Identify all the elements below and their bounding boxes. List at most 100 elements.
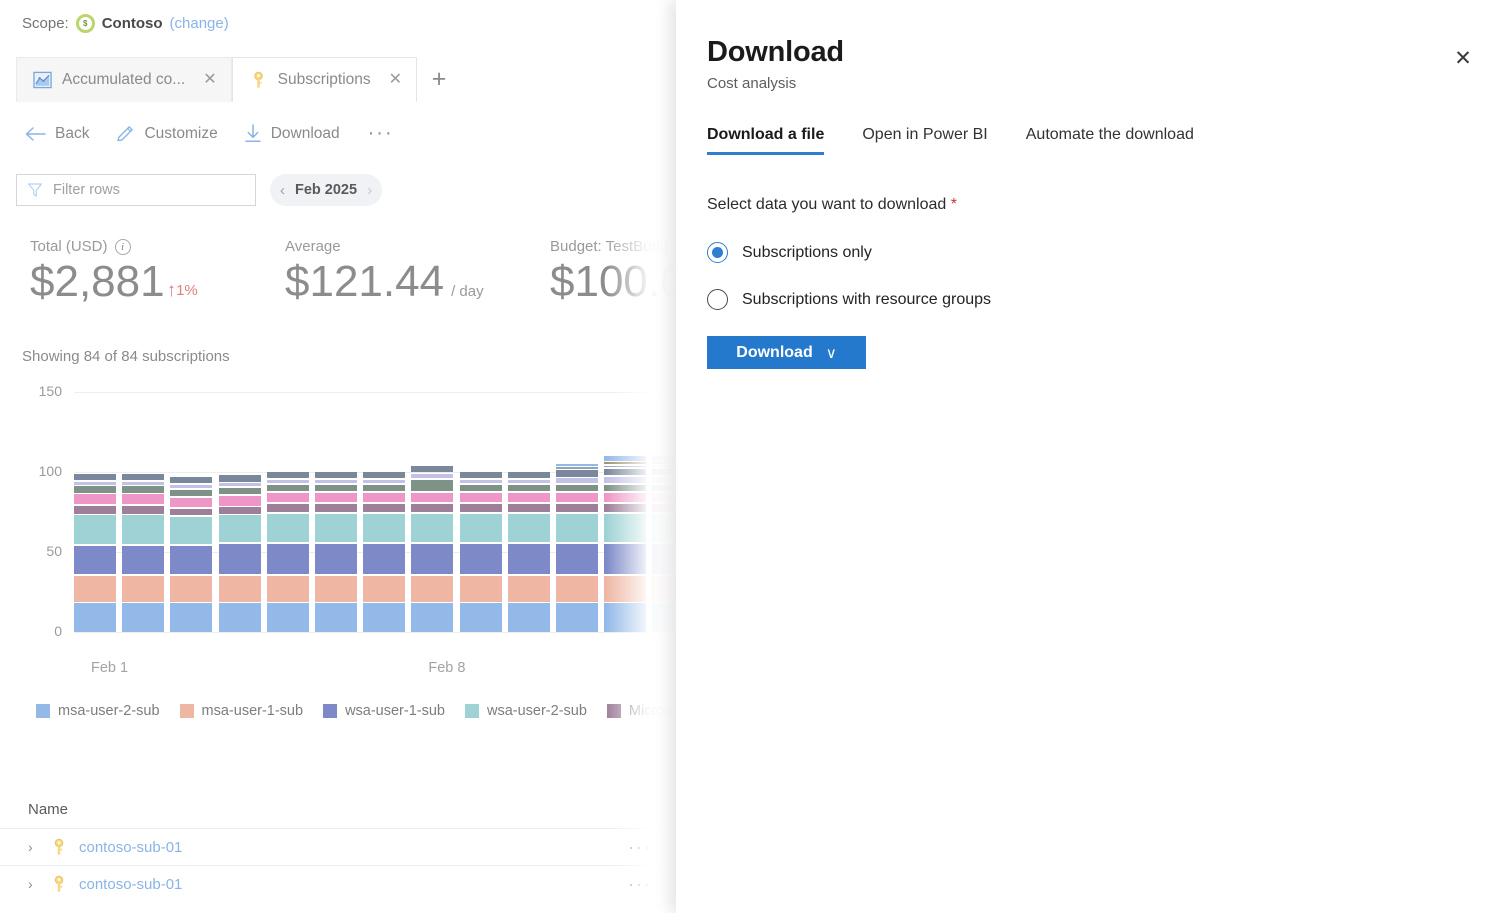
chart-bar[interactable]	[652, 392, 676, 632]
chart-bar-segment	[460, 603, 502, 632]
table-header-name[interactable]: Name	[0, 790, 676, 828]
legend-item[interactable]: msa-user-2-sub	[36, 703, 160, 719]
y-axis-tick-label: 50	[16, 543, 62, 559]
chart-bar-segment	[508, 603, 550, 632]
arrow-left-icon	[24, 126, 46, 142]
chart-bar-segment	[508, 504, 550, 512]
expand-row-icon[interactable]: ›	[28, 876, 50, 892]
info-icon[interactable]: i	[115, 239, 131, 255]
table-row[interactable]: › contoso-sub-01 ···	[0, 865, 676, 902]
radio-button-icon[interactable]	[707, 242, 728, 263]
subscription-name-link[interactable]: contoso-sub-01	[79, 876, 182, 893]
chart-bar[interactable]	[363, 392, 405, 632]
customize-button[interactable]: Customize	[115, 124, 217, 144]
radio-button-icon[interactable]	[707, 289, 728, 310]
chart-bar-segment	[74, 603, 116, 632]
chart-bar-segment	[267, 514, 309, 543]
legend-item[interactable]: wsa-user-2-sub	[465, 703, 587, 719]
radio-subscriptions-with-resource-groups[interactable]: Subscriptions with resource groups	[707, 289, 991, 310]
more-commands-button[interactable]: ···	[366, 122, 394, 145]
chart-bar[interactable]	[170, 392, 212, 632]
chart-bar-segment	[411, 603, 453, 632]
download-button[interactable]: Download	[244, 124, 340, 144]
kpi-label-text: Budget: TestBudg	[550, 238, 668, 255]
legend-swatch	[36, 704, 50, 718]
tab-close-icon[interactable]: ✕	[389, 72, 402, 88]
back-button[interactable]: Back	[24, 125, 89, 143]
chart-bar[interactable]	[460, 392, 502, 632]
scope-change-link[interactable]: (change)	[170, 15, 229, 32]
tab-automate-the-download[interactable]: Automate the download	[1026, 126, 1194, 155]
chart-bar-segment	[170, 517, 212, 544]
chart-bar[interactable]	[74, 392, 116, 632]
chart-bar[interactable]	[604, 392, 646, 632]
tab-accumulated-cost[interactable]: Accumulated co... ✕	[16, 57, 232, 102]
y-axis-tick-label: 150	[16, 383, 62, 399]
kpi-total: Total (USD) i $2,881 ↑ 1%	[30, 238, 285, 308]
chart-bar-segment	[556, 493, 598, 503]
chart-bar[interactable]	[508, 392, 550, 632]
table-row[interactable]: › contoso-sub-01 ···	[0, 828, 676, 865]
subscription-dollar-icon: $	[76, 14, 95, 33]
chart-bar-segment	[267, 504, 309, 512]
legend-swatch	[465, 704, 479, 718]
legend-item[interactable]: wsa-user-1-sub	[323, 703, 445, 719]
trend-up-icon: ↑	[167, 281, 177, 300]
chart-bar-segment	[652, 477, 676, 483]
close-icon[interactable]: ✕	[1447, 42, 1479, 74]
kpi-label-text: Average	[285, 238, 341, 255]
chart-bar[interactable]	[219, 392, 261, 632]
kpi-total-label: Total (USD) i	[30, 238, 285, 255]
expand-row-icon[interactable]: ›	[28, 839, 50, 855]
panel-download-button[interactable]: Download ∨	[707, 336, 866, 369]
tab-open-in-power-bi[interactable]: Open in Power BI	[862, 126, 987, 155]
row-more-icon[interactable]: ···	[628, 837, 652, 858]
tab-close-icon[interactable]: ✕	[203, 72, 216, 88]
chart-bar-segment	[122, 603, 164, 632]
chart-bar-segment	[170, 576, 212, 602]
legend-item[interactable]: Micros	[607, 703, 672, 719]
tab-label: Subscriptions	[278, 71, 371, 89]
scope-label: Scope:	[22, 15, 69, 32]
chart-bar-segment	[604, 603, 646, 632]
next-period-icon[interactable]: ›	[367, 182, 372, 199]
add-tab-button[interactable]: +	[417, 57, 461, 102]
row-more-icon[interactable]: ···	[628, 874, 652, 895]
prev-period-icon[interactable]: ‹	[280, 182, 285, 199]
radio-subscriptions-only[interactable]: Subscriptions only	[707, 242, 872, 263]
tab-subscriptions[interactable]: Subscriptions ✕	[232, 57, 417, 102]
required-asterisk: *	[951, 196, 957, 213]
subscription-name-link[interactable]: contoso-sub-01	[79, 839, 182, 856]
chart-bar-segment	[74, 576, 116, 602]
panel-title: Download	[707, 36, 844, 69]
chart-bar-segment	[556, 464, 598, 466]
kpi-average-value: $121.44	[285, 257, 444, 308]
chart-bar-segment	[170, 477, 212, 483]
chart-bar[interactable]	[315, 392, 357, 632]
chart-bar-segment	[604, 514, 646, 543]
chart-bar-segment	[315, 576, 357, 602]
chart-bar[interactable]	[556, 392, 598, 632]
legend-swatch	[323, 704, 337, 718]
chart-bar-segment	[219, 496, 261, 506]
chart-bar[interactable]	[267, 392, 309, 632]
chart-bar-segment	[315, 504, 357, 512]
legend-item[interactable]: msa-user-1-sub	[180, 703, 304, 719]
download-arrow-icon	[244, 124, 262, 144]
filter-rows-input[interactable]: Filter rows	[16, 174, 256, 206]
chart-bar[interactable]	[411, 392, 453, 632]
kpi-budget: Budget: TestBudg $100.0	[550, 238, 676, 308]
chart-bar-segment	[411, 466, 453, 472]
chart-bar-segment	[604, 462, 646, 464]
chart-bar-segment	[315, 603, 357, 632]
chart-bar-segment	[604, 485, 646, 491]
filter-row: Filter rows ‹ Feb 2025 ›	[16, 174, 382, 206]
chart-bar-segment	[508, 485, 550, 491]
chart-bar[interactable]	[122, 392, 164, 632]
tab-download-a-file[interactable]: Download a file	[707, 126, 824, 155]
date-range-pill[interactable]: ‹ Feb 2025 ›	[270, 174, 382, 206]
chart-bar-segment	[604, 576, 646, 602]
chart-bar-segment	[74, 482, 116, 485]
chart-bar-segment	[652, 466, 676, 468]
chart-bar-segment	[219, 507, 261, 513]
